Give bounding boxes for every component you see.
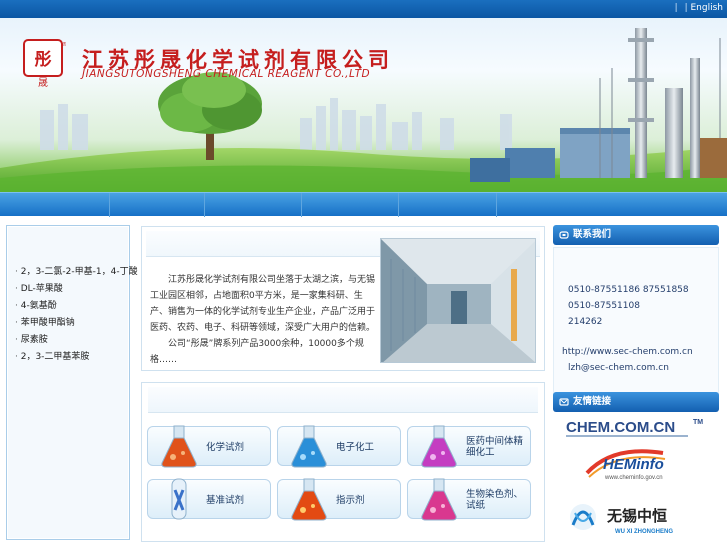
main-nav: [0, 192, 727, 217]
intro-paragraph-2[interactable]: 公司“彤晟”牌系列产品3000余种，10000多个规格……: [150, 336, 378, 368]
svg-text:彤: 彤: [35, 50, 52, 70]
category-reference-reagent[interactable]: 基准试剂: [147, 478, 271, 520]
flask-icon: [291, 425, 327, 468]
category-label: 化学试剂: [206, 441, 245, 453]
svg-text:TM: TM: [693, 419, 703, 426]
company-intro-panel: 江苏彤晟化学试剂有限公司坐落于太湖之滨，与无锡工业园区相邻，占地面积0平方米，是…: [141, 226, 545, 371]
heminfo-logo[interactable]: HEMinfo www.cheminfo.gov.cn: [583, 443, 689, 483]
fax-line: 214262: [568, 317, 603, 327]
email-link[interactable]: lzh@sec-chem.com.cn: [568, 363, 669, 373]
top-bar: | | English: [0, 0, 727, 18]
company-logo: 彤 晟 ®: [22, 38, 66, 88]
svg-text:CHEM.COM.CN: CHEM.COM.CN: [566, 419, 675, 436]
intro-text: 江苏彤晟化学试剂有限公司坐落于太湖之滨，与无锡工业园区相邻，占地面积0平方米，是…: [150, 272, 378, 368]
category-label: 生物染色剂、试纸: [466, 489, 524, 511]
nav-item-6[interactable]: [497, 193, 727, 217]
top-separator: |: [674, 3, 678, 13]
english-link[interactable]: English: [691, 3, 724, 13]
product-item-6[interactable]: 2，3-二甲基苯胺: [15, 349, 138, 366]
nav-item-3[interactable]: [205, 193, 302, 217]
links-title: 友情链接: [573, 396, 612, 407]
product-item-2[interactable]: DL-苹果酸: [15, 281, 138, 298]
flask-icon: [291, 478, 327, 521]
svg-text:WU XI ZHONGHENG: WU XI ZHONGHENG: [615, 529, 673, 535]
svg-text:®: ®: [62, 41, 66, 48]
svg-text:www.cheminfo.gov.cn: www.cheminfo.gov.cn: [604, 475, 663, 481]
svg-text:HEMinfo: HEMinfo: [603, 456, 664, 473]
svg-text:晟: 晟: [38, 77, 48, 88]
product-item-3[interactable]: 4-氨基酚: [15, 298, 138, 315]
header-banner: 彤 晟 ® 江苏彤晟化学试剂有限公司 JIANGSUTONGSHENG CHEM…: [0, 18, 727, 192]
category-label: 医药中间体精细化工: [466, 436, 524, 458]
flask-icon: [161, 425, 197, 468]
chem-com-cn-logo[interactable]: CHEM.COM.CN TM: [565, 415, 711, 439]
nav-item-4[interactable]: [302, 193, 399, 217]
phone-line-1: 0510-87551186 87551858: [568, 285, 689, 295]
svg-text:无锡中恒: 无锡中恒: [606, 507, 667, 525]
phone-line-2: 0510-87551108: [568, 301, 640, 311]
category-electronic-chemicals[interactable]: 电子化工: [277, 425, 401, 468]
category-panel: 化学试剂 电子化工 医药中间体精细化工 基准试剂 指示剂 生物染色剂、试纸: [141, 382, 545, 542]
nav-item-2[interactable]: [110, 193, 205, 217]
category-biological-stains[interactable]: 生物染色剂、试纸: [407, 478, 531, 521]
category-indicator[interactable]: 指示剂: [277, 478, 401, 521]
links-header: 友情链接: [553, 392, 719, 412]
top-links: | | English: [671, 3, 723, 13]
test-tube-icon: [171, 478, 187, 520]
product-item-1[interactable]: 2，3-二氯-2-甲基-1，4-丁酸: [15, 264, 138, 281]
wuxi-zhongheng-logo[interactable]: 无锡中恒 WU XI ZHONGHENG: [565, 499, 705, 539]
contact-title: 联系我们: [573, 229, 612, 240]
website-link[interactable]: http://www.sec-chem.com.cn: [562, 347, 693, 357]
product-sidebar: 2，3-二氯-2-甲基-1，4-丁酸 DL-苹果酸 4-氨基酚 苯甲酸甲酯钠 尿…: [6, 225, 138, 540]
category-title-bar: [148, 387, 538, 413]
flask-icon: [421, 478, 457, 521]
phone-icon: [559, 231, 569, 239]
category-label: 基准试剂: [206, 494, 245, 506]
product-item-5[interactable]: 尿素胺: [15, 332, 138, 349]
company-photo: [380, 238, 536, 363]
product-item-4[interactable]: 苯甲酸甲酯钠: [15, 315, 138, 332]
link-icon: [559, 398, 569, 406]
category-label: 指示剂: [336, 494, 365, 506]
category-chemical-reagent[interactable]: 化学试剂: [147, 425, 271, 468]
intro-paragraph-1: 江苏彤晟化学试剂有限公司坐落于太湖之滨，与无锡工业园区相邻，占地面积0平方米，是…: [150, 275, 376, 333]
top-separator-2: |: [684, 3, 688, 13]
product-list: 2，3-二氯-2-甲基-1，4-丁酸 DL-苹果酸 4-氨基酚 苯甲酸甲酯钠 尿…: [15, 264, 138, 366]
category-label: 电子化工: [336, 441, 375, 453]
nav-item-1[interactable]: [0, 193, 110, 217]
company-name-en: JIANGSUTONGSHENG CHEMICAL REAGENT CO.,LT…: [82, 68, 371, 80]
contact-info: 0510-87551186 87551858 0510-87551108 214…: [553, 247, 719, 405]
nav-item-5[interactable]: [399, 193, 497, 217]
flask-icon: [421, 425, 457, 468]
contact-header: 联系我们: [553, 225, 719, 245]
category-pharma-intermediates[interactable]: 医药中间体精细化工: [407, 425, 531, 468]
